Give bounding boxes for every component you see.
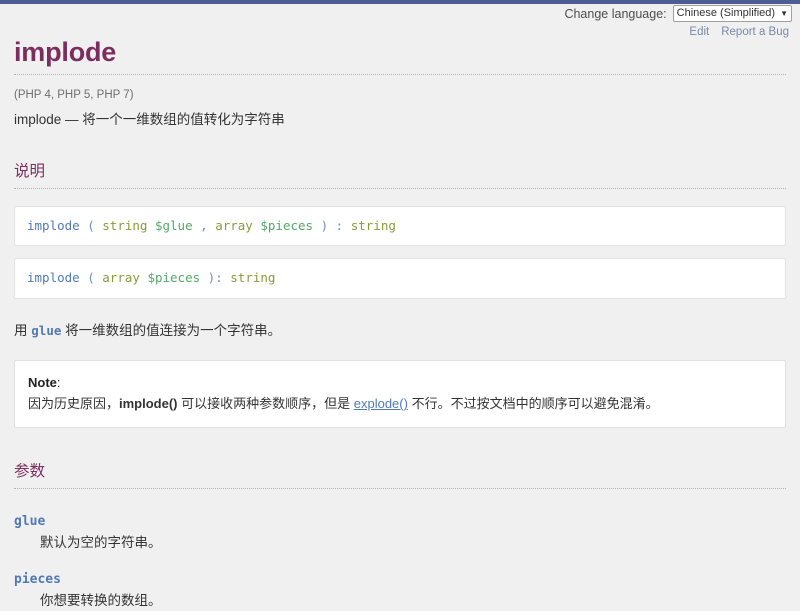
note-body: 因为历史原因，implode() 可以接收两种参数顺序，但是 explode()…	[28, 393, 772, 414]
title-divider	[14, 74, 786, 75]
chevron-down-icon: ▼	[780, 8, 788, 18]
section-heading-parameters: 参数	[14, 462, 46, 480]
parameter-list: glue 默认为空的字符串。 pieces 你想要转换的数组。	[14, 514, 786, 611]
arg-name: $pieces	[147, 270, 201, 286]
description-paragraph: 用 glue 将一维数组的值连接为一个字符串。	[14, 321, 786, 342]
method-name: implode	[27, 218, 80, 233]
language-select-value: Chinese (Simplified)	[676, 7, 776, 19]
note-text-3: 不行。不过按文档中的顺序可以避免混淆。	[407, 396, 659, 412]
page-content: implode (PHP 4, PHP 5, PHP 7) implode — …	[0, 4, 800, 611]
description-lead-out: 将一维数组的值连接为一个字符串。	[61, 322, 282, 338]
arg-type: array	[215, 218, 253, 233]
parameter-name: pieces	[14, 571, 61, 587]
note-box: Note: 因为历史原因，implode() 可以接收两种参数顺序，但是 exp…	[14, 360, 786, 428]
ref-purpose: implode — 将一个一维数组的值转化为字符串	[14, 112, 285, 127]
change-language-label: Change language:	[564, 6, 667, 21]
return-type: string	[350, 218, 396, 233]
note-text-2: 可以接收两种参数顺序，但是	[177, 396, 354, 412]
edit-link[interactable]: Edit	[689, 26, 709, 38]
arg-separator: ,	[200, 218, 208, 233]
return-type: string	[230, 270, 276, 286]
return-colon: :	[215, 270, 223, 286]
paren-open: (	[87, 218, 95, 233]
note-label: Note	[28, 375, 57, 391]
language-row: Change language: Chinese (Simplified) ▼	[564, 5, 792, 22]
description-lead-in: 用	[14, 322, 32, 338]
language-switcher: Change language: Chinese (Simplified) ▼ …	[564, 5, 792, 38]
page-action-links: Edit Report a Bug	[564, 26, 792, 38]
parameters-divider	[14, 487, 786, 489]
method-synopsis-2: implode ( array $pieces ): string	[14, 258, 786, 299]
method-name: implode	[27, 270, 80, 286]
paren-open: (	[87, 270, 95, 286]
language-select[interactable]: Chinese (Simplified) ▼	[672, 5, 792, 22]
note-code-implode: implode()	[119, 396, 178, 412]
inline-code-glue: glue	[31, 322, 62, 338]
note-title-row: Note:	[28, 372, 772, 393]
parameter-item: pieces 你想要转换的数组。	[14, 572, 786, 611]
parameter-name: glue	[14, 513, 46, 529]
note-label-colon: :	[56, 375, 61, 391]
report-bug-link[interactable]: Report a Bug	[721, 26, 789, 38]
explode-link[interactable]: explode()	[354, 396, 408, 411]
parameter-item: glue 默认为空的字符串。	[14, 514, 786, 553]
arg-type: array	[102, 270, 140, 286]
description-divider	[14, 188, 786, 189]
section-heading-description: 说明	[14, 163, 46, 180]
parameter-description: 默认为空的字符串。	[40, 534, 162, 550]
paren-close: )	[320, 218, 329, 233]
parameter-description: 你想要转换的数组。	[40, 592, 162, 608]
arg-name: $pieces	[260, 218, 314, 233]
note-text-1: 因为历史原因，	[28, 396, 120, 412]
arg-type: string	[102, 218, 148, 233]
version-info: (PHP 4, PHP 5, PHP 7)	[14, 89, 134, 101]
method-synopsis-1: implode ( string $glue , array $pieces )…	[14, 206, 786, 247]
arg-name: $glue	[154, 218, 193, 233]
